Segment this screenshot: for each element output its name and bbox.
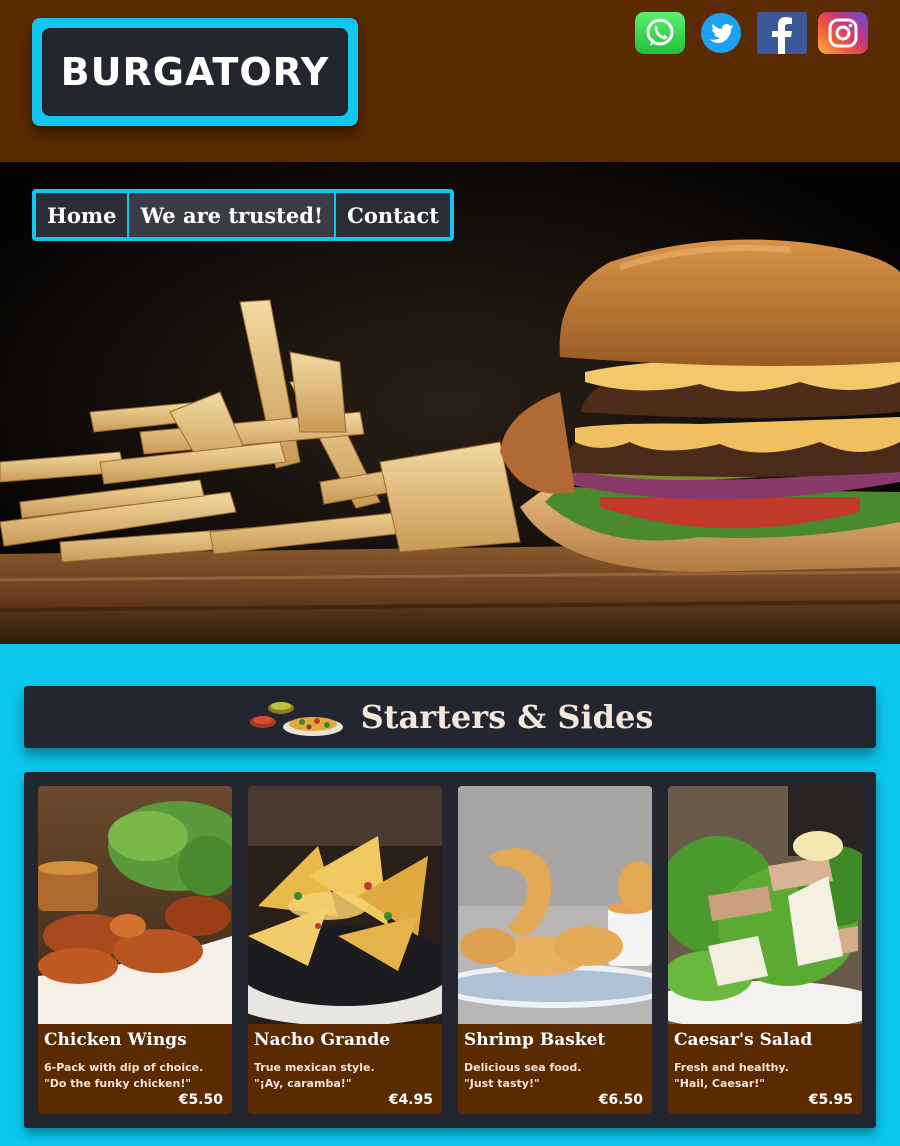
nacho-grande-photo: [248, 786, 442, 1024]
card-price: €5.50: [178, 1092, 223, 1108]
facebook-icon: [772, 17, 792, 54]
facebook-button[interactable]: [757, 12, 807, 54]
whatsapp-button[interactable]: [635, 12, 685, 54]
card-description: 6-Pack with dip of choice. "Do the funky…: [44, 1060, 230, 1092]
chicken-wings-photo: [38, 786, 232, 1024]
main-nav: Home We are trusted! Contact: [32, 189, 454, 241]
card-desc-line1: Delicious sea food.: [464, 1061, 582, 1074]
card-desc-line1: 6-Pack with dip of choice.: [44, 1061, 204, 1074]
logo-text: BURGATORY: [60, 50, 330, 94]
logo-frame[interactable]: BURGATORY: [32, 18, 358, 126]
card-description: Fresh and healthy. "Hail, Caesar!": [674, 1060, 860, 1092]
card-desc-line2: "¡Ay, caramba!": [254, 1077, 352, 1090]
card-price: €4.95: [388, 1092, 433, 1108]
instagram-button[interactable]: [818, 12, 868, 54]
card-description: Delicious sea food. "Just tasty!": [464, 1060, 650, 1092]
card-desc-line2: "Do the funky chicken!": [44, 1077, 192, 1090]
nav-contact[interactable]: Contact: [336, 193, 450, 237]
hero-banner: Home We are trusted! Contact: [0, 162, 900, 644]
card-price: €6.50: [598, 1092, 643, 1108]
card-description: True mexican style. "¡Ay, caramba!": [254, 1060, 440, 1092]
card-desc-line2: "Just tasty!": [464, 1077, 540, 1090]
nav-we-are-trusted[interactable]: We are trusted!: [129, 193, 335, 237]
card-desc-line1: Fresh and healthy.: [674, 1061, 789, 1074]
section-title: Starters & Sides: [360, 698, 654, 736]
card-name: Shrimp Basket: [464, 1030, 606, 1050]
shrimp-basket-photo: [458, 786, 652, 1024]
instagram-icon: [828, 18, 858, 48]
card-name: Chicken Wings: [44, 1030, 187, 1050]
menu-card-nacho-grande[interactable]: Nacho Grande True mexican style. "¡Ay, c…: [248, 786, 442, 1114]
logo-box: BURGATORY: [42, 28, 348, 116]
section-header: Starters & Sides: [24, 686, 876, 748]
card-desc-line1: True mexican style.: [254, 1061, 375, 1074]
sides-dish-icon: [249, 702, 343, 736]
twitter-button[interactable]: [696, 12, 746, 54]
site-header: BURGATORY: [0, 0, 900, 162]
card-desc-line2: "Hail, Caesar!": [674, 1077, 766, 1090]
menu-card-chicken-wings[interactable]: Chicken Wings 6-Pack with dip of choice.…: [38, 786, 232, 1114]
card-price: €5.95: [808, 1092, 853, 1108]
caesars-salad-photo: [668, 786, 862, 1024]
menu-card-shrimp-basket[interactable]: Shrimp Basket Delicious sea food. "Just …: [458, 786, 652, 1114]
social-links: [635, 12, 868, 54]
nav-home[interactable]: Home: [36, 193, 128, 237]
twitter-icon: [701, 13, 741, 53]
menu-grid: Chicken Wings 6-Pack with dip of choice.…: [24, 772, 876, 1128]
card-name: Caesar's Salad: [674, 1030, 813, 1050]
menu-card-caesars-salad[interactable]: Caesar's Salad Fresh and healthy. "Hail,…: [668, 786, 862, 1114]
whatsapp-icon: [646, 18, 674, 46]
card-name: Nacho Grande: [254, 1030, 391, 1050]
